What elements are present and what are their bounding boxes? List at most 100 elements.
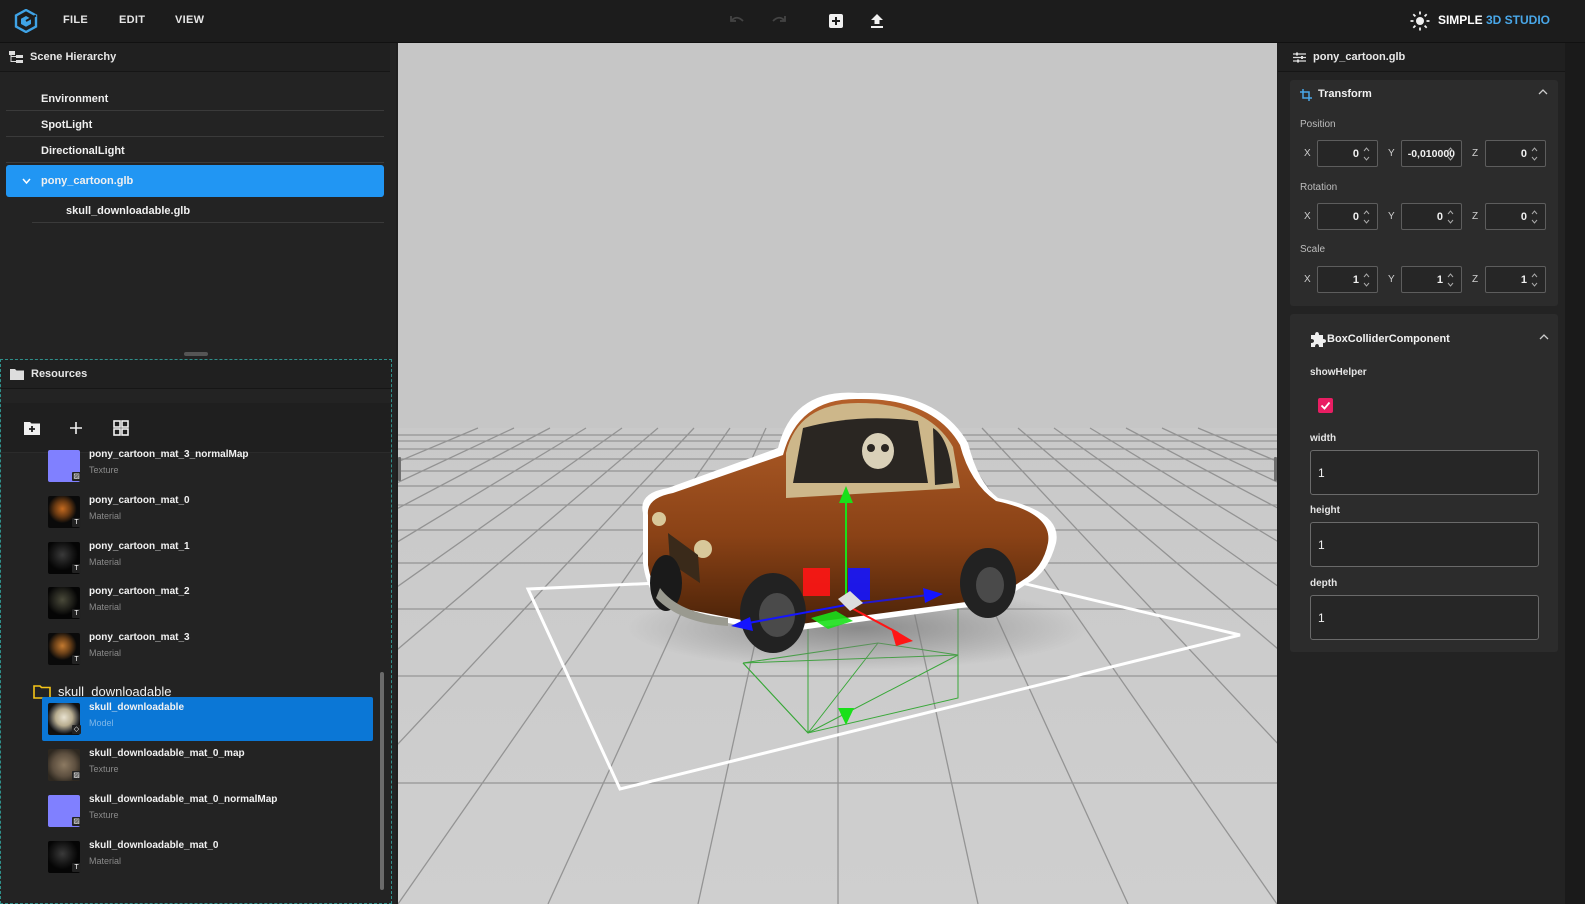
asset-kind: Material: [89, 557, 122, 567]
asset-name: pony_cartoon_mat_2: [89, 586, 190, 597]
panel-resize-handle[interactable]: [184, 352, 208, 356]
axis-z-label: Z: [1472, 148, 1479, 159]
upload-icon[interactable]: [868, 12, 886, 30]
undo-icon[interactable]: [728, 12, 746, 30]
top-bar: FILE EDIT VIEW SIMPLE 3D STUDIO: [0, 0, 1585, 43]
rotation-x-input[interactable]: 0: [1317, 203, 1378, 230]
transform-card: Transform Position X 0 Y -0,010000 Z 0 R…: [1290, 80, 1558, 306]
scale-y-input[interactable]: 1: [1401, 266, 1462, 293]
menu-edit[interactable]: EDIT: [119, 14, 145, 26]
folder-icon: [10, 369, 24, 380]
asset-item[interactable]: T pony_cartoon_mat_1 Material: [42, 536, 373, 580]
hierarchy-item-skull-downloadable[interactable]: skull_downloadable.glb: [32, 197, 384, 223]
texture-badge-icon: ▨: [72, 472, 81, 481]
width-label: width: [1310, 433, 1337, 444]
hierarchy-icon: [9, 51, 23, 63]
show-helper-checkbox[interactable]: [1318, 398, 1333, 413]
stepper-icon[interactable]: [1363, 145, 1370, 163]
grid-view-icon[interactable]: [112, 419, 130, 437]
asset-item[interactable]: T pony_cartoon_mat_2 Material: [42, 581, 373, 625]
inspector-panel: pony_cartoon.glb Transform Position X 0 …: [1278, 43, 1565, 904]
crop-transform-icon: [1300, 89, 1312, 101]
asset-item[interactable]: ▨ skull_downloadable_mat_0_normalMap Tex…: [42, 789, 373, 833]
scale-z-value: 1: [1520, 274, 1527, 286]
asset-kind: Texture: [89, 465, 119, 475]
add-box-icon[interactable]: [827, 12, 845, 30]
asset-item[interactable]: T pony_cartoon_mat_3 Material: [42, 627, 373, 671]
resources-panel: Resources ▨ pony_cartoon_mat_3_normalMap…: [0, 359, 392, 904]
stepper-icon[interactable]: [1531, 145, 1538, 163]
position-z-input[interactable]: 0: [1485, 140, 1546, 167]
rotation-x-value: 0: [1352, 211, 1359, 223]
depth-label: depth: [1310, 578, 1338, 589]
box-collider-title: BoxColliderComponent: [1327, 333, 1450, 345]
height-input[interactable]: 1: [1310, 522, 1539, 567]
puzzle-piece-icon: [1311, 332, 1326, 347]
depth-value: 1: [1318, 611, 1325, 625]
viewport-left-resize-handle[interactable]: [398, 457, 401, 481]
stepper-icon[interactable]: [1531, 271, 1538, 289]
hierarchy-item-pony-cartoon[interactable]: pony_cartoon.glb: [6, 165, 384, 197]
hierarchy-item-spotlight[interactable]: SpotLight: [6, 111, 384, 137]
scale-x-input[interactable]: 1: [1317, 266, 1378, 293]
inspector-scrollbar-track[interactable]: [1565, 43, 1585, 904]
3d-viewport[interactable]: [398, 43, 1277, 904]
asset-kind: Texture: [89, 810, 119, 820]
scale-z-input[interactable]: 1: [1485, 266, 1546, 293]
theme-toggle-icon[interactable]: [1410, 11, 1430, 31]
app-logo-icon[interactable]: [14, 9, 38, 33]
brand-suffix: 3D STUDIO: [1485, 13, 1550, 27]
add-icon[interactable]: [67, 419, 85, 437]
new-folder-icon[interactable]: [23, 419, 41, 437]
texture-badge-icon: ▨: [72, 771, 81, 780]
asset-kind: Model: [89, 718, 114, 728]
rotation-z-input[interactable]: 0: [1485, 203, 1546, 230]
asset-item[interactable]: T pony_cartoon_mat_0 Material: [42, 490, 373, 534]
stepper-icon[interactable]: [1363, 208, 1370, 226]
asset-name: skull_downloadable_mat_0: [89, 840, 219, 851]
stepper-icon[interactable]: [1531, 208, 1538, 226]
asset-item[interactable]: ▨ pony_cartoon_mat_3_normalMap Texture: [42, 444, 373, 488]
asset-item-selected[interactable]: ◇ skull_downloadable Model: [42, 697, 373, 741]
inspector-header: pony_cartoon.glb: [1278, 43, 1565, 72]
asset-name: skull_downloadable: [89, 702, 185, 713]
rotation-y-input[interactable]: 0: [1401, 203, 1462, 230]
asset-item[interactable]: T skull_downloadable_mat_0 Material: [42, 835, 373, 879]
scene-render: [398, 43, 1277, 904]
model-badge-icon: ◇: [72, 725, 81, 734]
chevron-down-icon[interactable]: [22, 177, 31, 185]
stepper-icon[interactable]: [1447, 271, 1454, 289]
axis-y-label: Y: [1388, 211, 1395, 222]
menu-file[interactable]: FILE: [63, 14, 88, 26]
width-input[interactable]: 1: [1310, 450, 1539, 495]
transform-title: Transform: [1318, 88, 1372, 100]
position-y-input[interactable]: -0,010000: [1401, 140, 1462, 167]
brand-prefix: SIMPLE: [1437, 13, 1483, 27]
height-label: height: [1310, 505, 1340, 516]
asset-name: pony_cartoon_mat_3: [89, 632, 190, 643]
viewport-right-resize-handle[interactable]: [1274, 457, 1277, 481]
hierarchy-item-environment[interactable]: Environment: [6, 85, 384, 111]
redo-icon[interactable]: [770, 12, 788, 30]
hierarchy-item-label: Environment: [41, 93, 109, 105]
material-badge-icon: T: [72, 518, 81, 527]
axis-z-label: Z: [1472, 274, 1479, 285]
scene-hierarchy-header: Scene Hierarchy: [0, 43, 390, 72]
resources-scrollbar[interactable]: [380, 672, 384, 890]
depth-input[interactable]: 1: [1310, 595, 1539, 640]
stepper-icon[interactable]: [1447, 208, 1454, 226]
stepper-icon[interactable]: [1363, 271, 1370, 289]
scene-hierarchy-title: Scene Hierarchy: [30, 51, 117, 63]
asset-kind: Material: [89, 856, 122, 866]
menu-view[interactable]: VIEW: [175, 14, 204, 26]
hierarchy-item-label: DirectionalLight: [41, 145, 125, 157]
chevron-up-icon[interactable]: [1539, 333, 1549, 341]
hierarchy-item-directionallight[interactable]: DirectionalLight: [6, 137, 384, 163]
hierarchy-item-label: SpotLight: [41, 119, 93, 131]
asset-item[interactable]: ▨ skull_downloadable_mat_0_map Texture: [42, 743, 373, 787]
stepper-icon[interactable]: [1447, 145, 1454, 163]
position-x-input[interactable]: 0: [1317, 140, 1378, 167]
material-badge-icon: T: [72, 655, 81, 664]
axis-y-label: Y: [1388, 148, 1395, 159]
chevron-up-icon[interactable]: [1538, 88, 1548, 96]
